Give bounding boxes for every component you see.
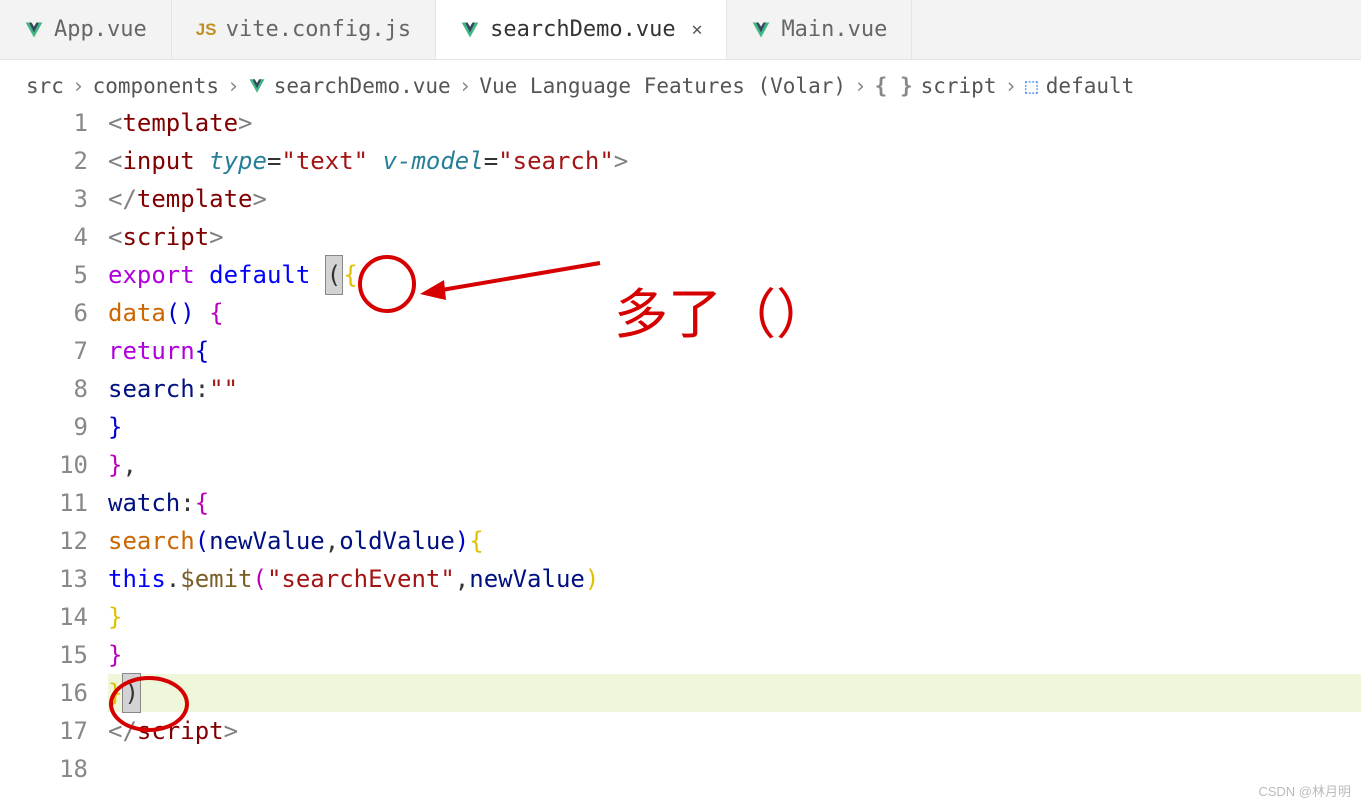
breadcrumb-item[interactable]: src xyxy=(26,74,64,98)
code-line: } xyxy=(108,636,1361,674)
vue-icon xyxy=(248,77,266,95)
code-line: }, xyxy=(108,446,1361,484)
code-line: <script> xyxy=(108,218,1361,256)
tab-main-vue[interactable]: Main.vue xyxy=(727,0,912,59)
code-line xyxy=(108,750,1361,788)
code-line: }) xyxy=(108,674,1361,712)
chevron-right-icon: › xyxy=(854,74,867,98)
code-line: } xyxy=(108,598,1361,636)
code-line: export default ({ xyxy=(108,256,1361,294)
code-line: } xyxy=(108,408,1361,446)
code-line: <template> xyxy=(108,104,1361,142)
vue-icon xyxy=(460,20,480,40)
code-line: <input type="text" v-model="search"> xyxy=(108,142,1361,180)
chevron-right-icon: › xyxy=(459,74,472,98)
vue-icon xyxy=(751,20,771,40)
breadcrumb: src › components › searchDemo.vue › Vue … xyxy=(0,60,1361,104)
code-line: </script> xyxy=(108,712,1361,750)
tab-app-vue[interactable]: App.vue xyxy=(0,0,172,59)
tab-label: vite.config.js xyxy=(226,17,411,42)
cube-icon: ⬚ xyxy=(1025,74,1038,98)
chevron-right-icon: › xyxy=(1004,74,1017,98)
tab-label: searchDemo.vue xyxy=(490,17,675,42)
watermark: CSDN @林月明 xyxy=(1258,781,1351,800)
code-line: return{ xyxy=(108,332,1361,370)
code-editor[interactable]: 1 2 3 4 5 6 7 8 9 10 11 12 13 14 15 16 1… xyxy=(0,104,1361,788)
line-gutter: 1 2 3 4 5 6 7 8 9 10 11 12 13 14 15 16 1… xyxy=(0,104,108,788)
code-line: data() { xyxy=(108,294,1361,332)
code-line: </template> xyxy=(108,180,1361,218)
breadcrumb-item[interactable]: script xyxy=(921,74,997,98)
breadcrumb-item[interactable]: searchDemo.vue xyxy=(274,74,451,98)
braces-icon: { } xyxy=(875,74,913,98)
breadcrumb-item[interactable]: Vue Language Features (Volar) xyxy=(479,74,846,98)
tab-vite-config[interactable]: JS vite.config.js xyxy=(172,0,436,59)
chevron-right-icon: › xyxy=(72,74,85,98)
vue-icon xyxy=(24,20,44,40)
breadcrumb-item[interactable]: components xyxy=(93,74,219,98)
js-icon: JS xyxy=(196,20,216,40)
code-area[interactable]: <template> <input type="text" v-model="s… xyxy=(108,104,1361,788)
code-line: watch:{ xyxy=(108,484,1361,522)
tab-label: Main.vue xyxy=(781,17,887,42)
close-icon[interactable]: ✕ xyxy=(692,19,703,40)
code-line: search(newValue,oldValue){ xyxy=(108,522,1361,560)
code-line: search:"" xyxy=(108,370,1361,408)
editor-tabs: App.vue JS vite.config.js searchDemo.vue… xyxy=(0,0,1361,60)
chevron-right-icon: › xyxy=(227,74,240,98)
breadcrumb-item[interactable]: default xyxy=(1046,74,1135,98)
tab-label: App.vue xyxy=(54,17,147,42)
code-line: this.$emit("searchEvent",newValue) xyxy=(108,560,1361,598)
tab-search-demo[interactable]: searchDemo.vue ✕ xyxy=(436,0,727,59)
